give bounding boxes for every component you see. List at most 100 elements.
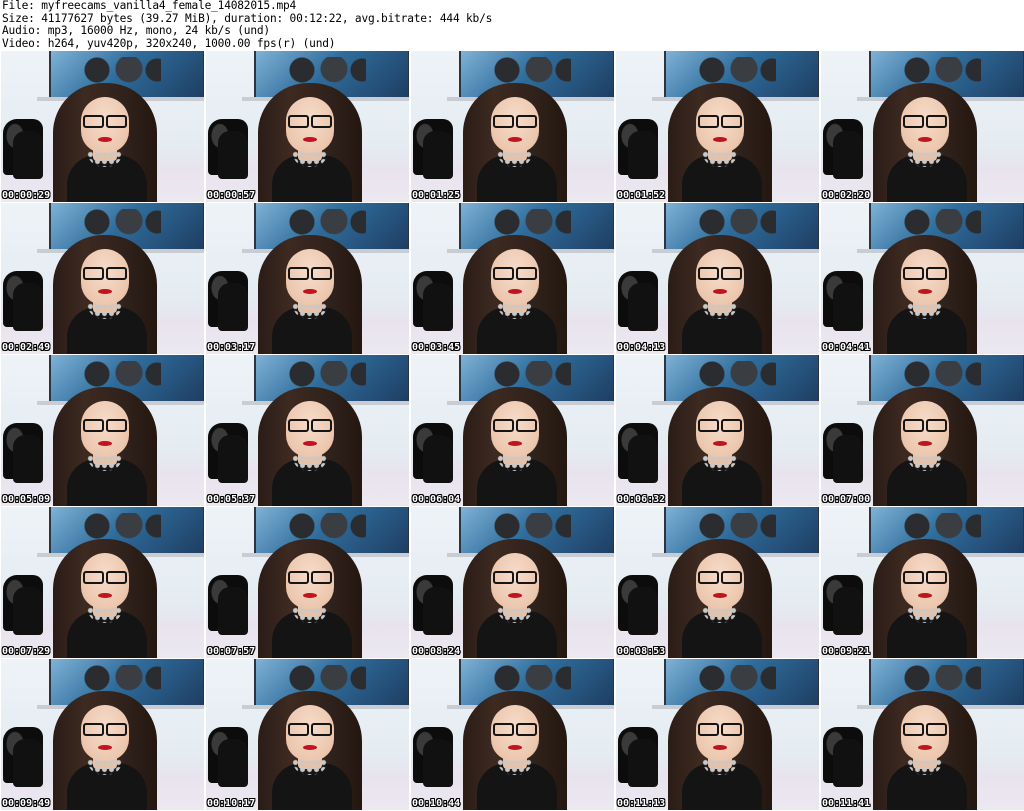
timestamp-label: 00:01:52 <box>617 190 666 201</box>
glasses <box>698 419 742 432</box>
shoes <box>413 727 453 787</box>
glasses <box>493 419 537 432</box>
video-thumbnail: 00:04:13 <box>616 203 819 354</box>
glasses <box>903 723 947 736</box>
shoes <box>208 271 248 331</box>
video-thumbnail: 00:10:44 <box>411 659 614 810</box>
timestamp-label: 00:01:25 <box>412 190 461 201</box>
video-thumbnail: 00:08:24 <box>411 507 614 658</box>
video-thumbnail: 00:09:49 <box>1 659 204 810</box>
timestamp-label: 00:00:29 <box>2 190 51 201</box>
glasses <box>288 267 332 280</box>
video-thumbnail: 00:03:45 <box>411 203 614 354</box>
glasses <box>493 115 537 128</box>
timestamp-label: 00:11:41 <box>822 798 871 809</box>
shoes <box>3 271 43 331</box>
audio-info-line: Audio: mp3, 16000 Hz, mono, 24 kb/s (und… <box>2 24 270 38</box>
glasses <box>288 419 332 432</box>
shoes <box>618 575 658 635</box>
timestamp-label: 00:08:24 <box>412 646 461 657</box>
lips <box>918 289 932 294</box>
video-thumbnail: 00:11:41 <box>821 659 1024 810</box>
shoes <box>413 119 453 179</box>
video-thumbnail: 00:00:29 <box>1 51 204 202</box>
glasses <box>698 115 742 128</box>
video-thumbnail: 00:07:00 <box>821 355 1024 506</box>
shoes <box>618 727 658 787</box>
timestamp-label: 00:07:00 <box>822 494 871 505</box>
lips <box>303 441 317 446</box>
shoes <box>413 423 453 483</box>
video-thumbnail: 00:01:52 <box>616 51 819 202</box>
video-thumbnail: 00:02:20 <box>821 51 1024 202</box>
shoes <box>3 423 43 483</box>
timestamp-label: 00:10:17 <box>207 798 256 809</box>
lips <box>508 441 522 446</box>
timestamp-label: 00:07:29 <box>2 646 51 657</box>
lips <box>98 289 112 294</box>
glasses <box>288 723 332 736</box>
shoes <box>618 119 658 179</box>
shoes <box>3 727 43 787</box>
lips <box>713 593 727 598</box>
glasses <box>698 571 742 584</box>
file-info-header: File: myfreecams_vanilla4_female_1408201… <box>2 0 492 50</box>
lips <box>98 137 112 142</box>
glasses <box>83 115 127 128</box>
lips <box>508 289 522 294</box>
file-name-line: File: myfreecams_vanilla4_female_1408201… <box>2 0 297 12</box>
timestamp-label: 00:08:53 <box>617 646 666 657</box>
glasses <box>288 115 332 128</box>
shoes <box>208 423 248 483</box>
shoes <box>823 727 863 787</box>
lips <box>918 137 932 142</box>
timestamp-label: 00:03:45 <box>412 342 461 353</box>
lips <box>918 593 932 598</box>
lips <box>508 593 522 598</box>
glasses <box>83 571 127 584</box>
video-thumbnail: 00:00:57 <box>206 51 409 202</box>
video-thumbnail: 00:04:41 <box>821 203 1024 354</box>
glasses <box>493 571 537 584</box>
shoes <box>618 423 658 483</box>
video-thumbnail: 00:05:09 <box>1 355 204 506</box>
video-thumbnail: 00:11:13 <box>616 659 819 810</box>
timestamp-label: 00:11:13 <box>617 798 666 809</box>
lips <box>98 593 112 598</box>
lips <box>98 745 112 750</box>
shoes <box>413 575 453 635</box>
shoes <box>208 575 248 635</box>
video-thumbnail: 00:09:21 <box>821 507 1024 658</box>
video-thumbnail: 00:03:17 <box>206 203 409 354</box>
timestamp-label: 00:10:44 <box>412 798 461 809</box>
timestamp-label: 00:00:57 <box>207 190 256 201</box>
timestamp-label: 00:04:13 <box>617 342 666 353</box>
lips <box>303 593 317 598</box>
video-thumbnail: 00:08:53 <box>616 507 819 658</box>
video-thumbnail: 00:07:29 <box>1 507 204 658</box>
shoes <box>413 271 453 331</box>
timestamp-label: 00:03:17 <box>207 342 256 353</box>
shoes <box>823 119 863 179</box>
lips <box>303 137 317 142</box>
lips <box>713 289 727 294</box>
glasses <box>83 267 127 280</box>
shoes <box>208 727 248 787</box>
timestamp-label: 00:06:32 <box>617 494 666 505</box>
glasses <box>903 267 947 280</box>
glasses <box>288 571 332 584</box>
shoes <box>3 119 43 179</box>
lips <box>303 289 317 294</box>
shoes <box>823 575 863 635</box>
lips <box>508 745 522 750</box>
lips <box>713 137 727 142</box>
timestamp-label: 00:04:41 <box>822 342 871 353</box>
glasses <box>493 723 537 736</box>
timestamp-label: 00:06:04 <box>412 494 461 505</box>
glasses <box>903 571 947 584</box>
video-thumbnail: 00:05:37 <box>206 355 409 506</box>
timestamp-label: 00:02:20 <box>822 190 871 201</box>
thumbnail-grid: 00:00:29 00:00:57 00:01:25 00:01:52 00:02:20… <box>1 51 1024 810</box>
glasses <box>83 723 127 736</box>
timestamp-label: 00:09:21 <box>822 646 871 657</box>
